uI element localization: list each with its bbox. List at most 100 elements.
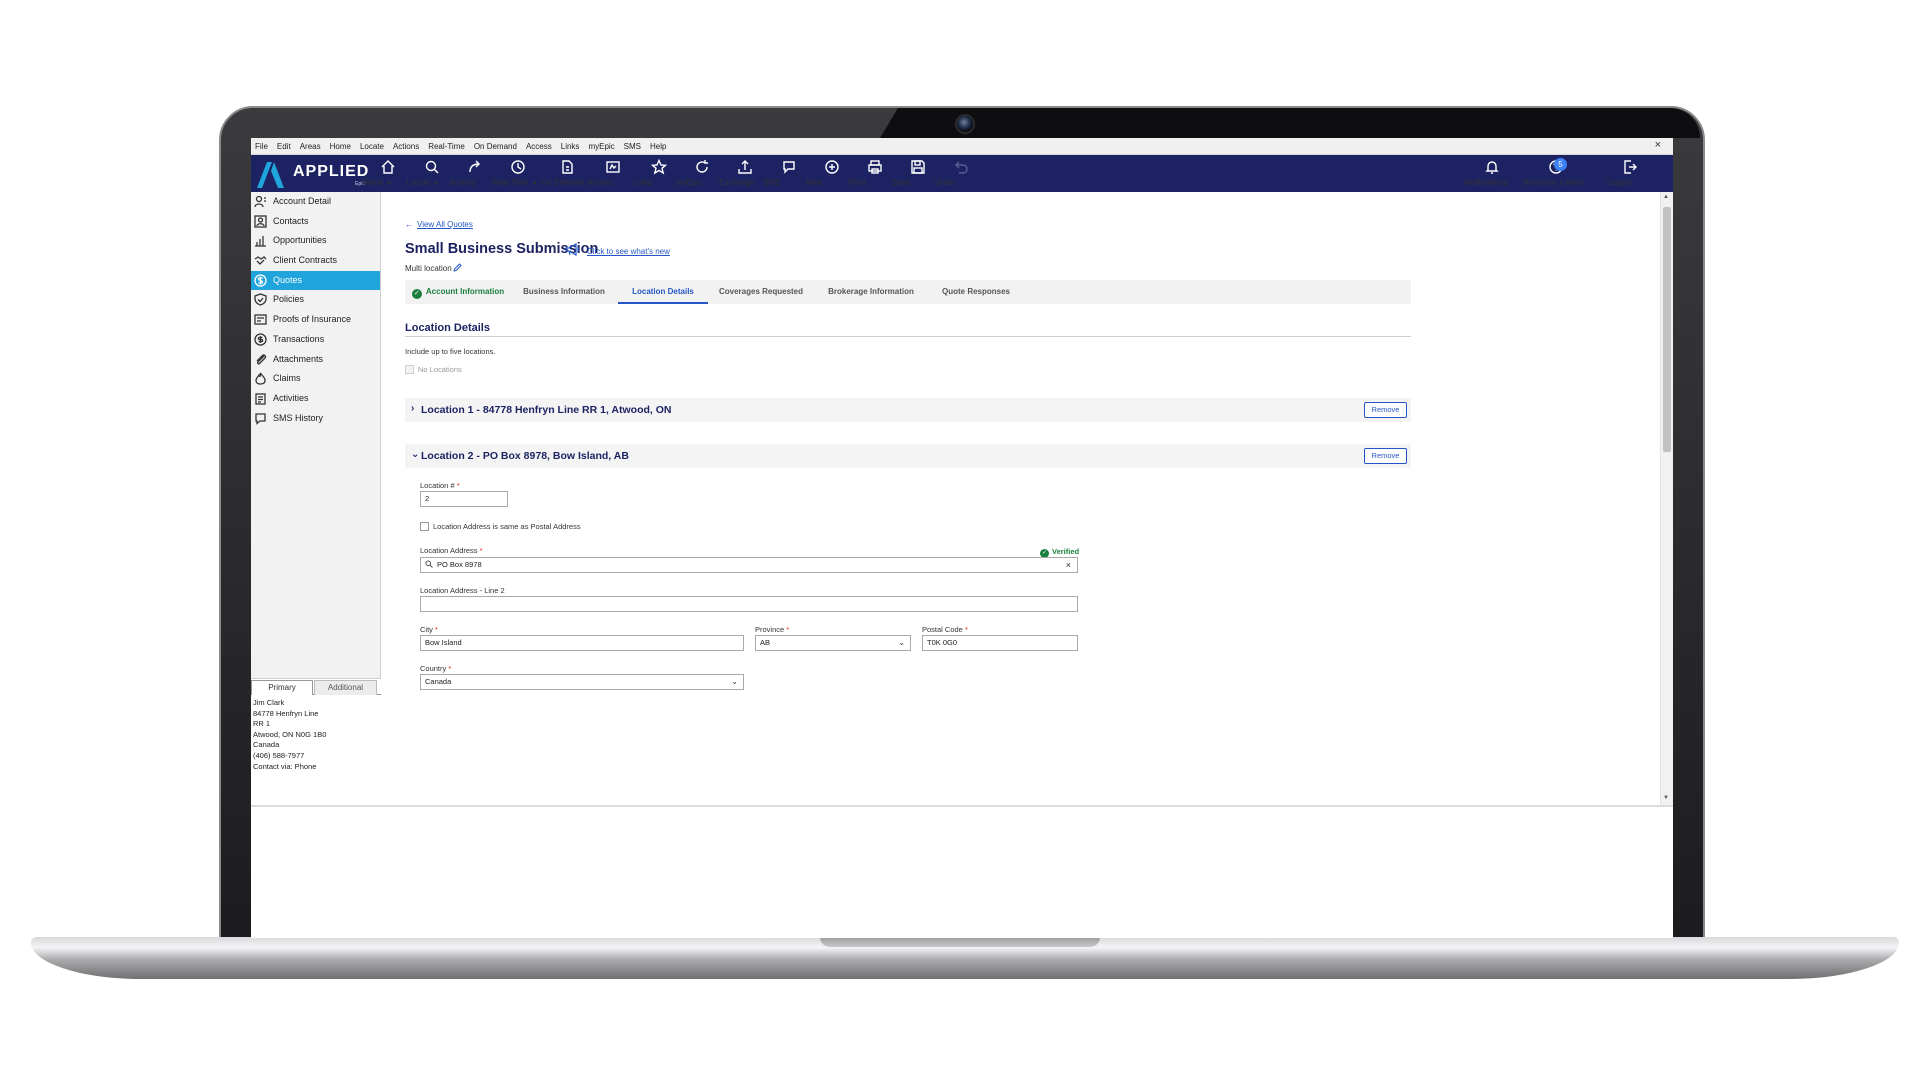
postal-code-input[interactable]: T0K 0G0 <box>922 635 1078 651</box>
edit-pencil-icon[interactable] <box>453 263 462 272</box>
location-2-header[interactable]: ⌄ Location 2 - PO Box 8978, Bow Island, … <box>405 444 1411 468</box>
chevron-down-icon: ⌄ <box>731 677 738 686</box>
tab-label: Account Information <box>425 287 505 296</box>
scroll-thumb[interactable] <box>1663 207 1671 452</box>
toolbar-access-button[interactable]: Access <box>587 159 639 191</box>
menu-home[interactable]: Home <box>326 138 356 153</box>
save-icon <box>911 160 925 174</box>
location-1-header[interactable]: › Location 1 - 84778 Henfryn Line RR 1, … <box>405 398 1411 422</box>
location-address-input[interactable]: PO Box 8978 × <box>420 557 1078 573</box>
country-select[interactable]: Canada ⌄ <box>420 674 744 690</box>
address-line2-input[interactable] <box>420 596 1078 612</box>
sidebar-item-policies[interactable]: Policies <box>251 290 380 310</box>
menu-access[interactable]: Access <box>522 138 557 153</box>
menu-help[interactable]: Help <box>646 138 671 153</box>
toolbar-ondemand-button[interactable]: On Demand <box>541 159 593 191</box>
chat-icon <box>783 161 795 174</box>
tab-coverages-requested[interactable]: Coverages Requested <box>708 280 814 304</box>
sidebar-item-transactions[interactable]: Transactions <box>251 330 380 350</box>
tab-account-information[interactable]: ✓ Account Information <box>405 280 511 304</box>
same-as-postal-label: Location Address is same as Postal Addre… <box>433 522 581 531</box>
sidebar-item-client-contracts[interactable]: Client Contracts <box>251 251 380 271</box>
required-marker: * <box>456 481 460 490</box>
menu-edit[interactable]: Edit <box>273 138 296 153</box>
menu-file[interactable]: File <box>251 138 273 153</box>
whats-new-link[interactable]: Click to see what's new <box>587 247 670 256</box>
wizard-tabs: ✓ Account Information Business Informatio… <box>405 280 1411 304</box>
tab-business-information[interactable]: Business Information <box>511 280 617 304</box>
location-2-remove-button[interactable]: Remove <box>1364 448 1407 464</box>
clear-icon[interactable]: × <box>1066 558 1071 572</box>
contact-method: Contact via: Phone <box>253 761 317 771</box>
menu-actions[interactable]: Actions <box>389 138 424 153</box>
province-label: Province * <box>755 625 789 634</box>
menu-myepic[interactable]: myEpic <box>584 138 619 153</box>
location-1-remove-button[interactable]: Remove <box>1364 402 1407 418</box>
menu-links[interactable]: Links <box>557 138 585 153</box>
toolbar-realtime-button[interactable]: Real-Time ▼ <box>492 159 544 191</box>
menu-sms[interactable]: SMS <box>620 138 646 153</box>
toolbar-notifications-button[interactable]: Notifications <box>1464 159 1520 191</box>
toolbar-logout-button[interactable]: Logout <box>1607 159 1653 191</box>
applied-logo-mark <box>257 162 284 188</box>
laptop-bezel <box>880 108 1700 138</box>
star-icon <box>651 159 667 175</box>
chevron-right-icon: › <box>411 403 415 414</box>
scroll-up-icon[interactable]: ▲ <box>1663 194 1669 200</box>
menu-on-demand[interactable]: On Demand <box>470 138 522 153</box>
back-arrow-icon: ← <box>405 220 413 229</box>
sidebar-item-opportunities[interactable]: Opportunities <box>251 231 380 251</box>
tab-quote-responses[interactable]: Quote Responses <box>928 280 1024 304</box>
sidebar-item-label: SMS History <box>273 412 324 423</box>
sidebar-item-claims[interactable]: Claims <box>251 369 380 389</box>
location-1-title: Location 1 - 84778 Henfryn Line RR 1, At… <box>421 404 672 416</box>
toolbar-sms-label: SMS <box>763 178 781 187</box>
tab-primary[interactable]: Primary <box>251 680 313 695</box>
scroll-down-icon[interactable]: ▼ <box>1663 795 1669 801</box>
megaphone-icon[interactable] <box>565 243 580 256</box>
country-label-text: Country <box>420 664 447 673</box>
menu-locate[interactable]: Locate <box>356 138 389 153</box>
sidebar-item-activities[interactable]: Activities <box>251 389 380 409</box>
province-select[interactable]: AB ⌄ <box>755 635 911 651</box>
tab-location-details[interactable]: Location Details <box>618 280 708 304</box>
sidebar-item-proofs-of-insurance[interactable]: Proofs of Insurance <box>251 310 380 330</box>
menu-areas[interactable]: Areas <box>296 138 326 153</box>
city-input[interactable]: Bow Island <box>420 635 744 651</box>
same-as-postal-checkbox[interactable] <box>420 522 429 531</box>
account-icon <box>254 195 267 208</box>
location-number-field[interactable]: 2 <box>420 491 508 507</box>
contact-street: 84778 Henfryn Line <box>253 708 319 718</box>
location-address-value: PO Box 8978 <box>437 560 482 569</box>
tab-brokerage-information[interactable]: Brokerage Information <box>814 280 928 304</box>
window-close-icon[interactable]: × <box>1655 139 1661 151</box>
sidebar-item-account-detail[interactable]: Account Detail <box>251 192 380 212</box>
toolbar-actions-label: Actions <box>449 178 476 187</box>
address-line2-label: Location Address - Line 2 <box>420 586 505 595</box>
sidebar-item-attachments[interactable]: Attachments <box>251 350 380 370</box>
sidebar-item-sms-history[interactable]: SMS History <box>251 409 380 429</box>
brand-name: APPLIED <box>293 163 370 180</box>
refresh-icon <box>696 160 708 173</box>
page-subtitle: Multi location <box>405 264 452 273</box>
main-scrollbar[interactable]: ▲ ▼ <box>1660 192 1673 805</box>
sidebar-item-label: Contacts <box>273 215 309 226</box>
sidebar-item-quotes[interactable]: Quotes <box>251 270 380 291</box>
logout-icon <box>1624 160 1637 174</box>
city-label-text: City <box>420 625 433 634</box>
check-circle-icon: ✓ <box>411 289 422 299</box>
view-all-quotes-link[interactable]: ← View All Quotes <box>405 220 473 229</box>
sidebar-item-label: Claims <box>273 373 301 384</box>
country-label: Country * <box>420 664 451 673</box>
toolbar-undo-button[interactable]: Undo <box>935 159 987 191</box>
clock-icon <box>511 160 525 174</box>
sidebar-item-contacts[interactable]: Contacts <box>251 212 380 232</box>
sidebar-item-label: Proofs of Insurance <box>273 314 352 325</box>
tab-additional[interactable]: Additional <box>314 680 377 695</box>
menu-real-time[interactable]: Real-Time <box>424 138 470 153</box>
home-icon <box>381 160 395 174</box>
no-locations-checkbox[interactable] <box>405 365 414 374</box>
toolbar-resource-center-button[interactable]: 5 Resource Center <box>1523 158 1589 191</box>
document-icon <box>562 160 573 174</box>
chart-icon <box>254 234 267 248</box>
